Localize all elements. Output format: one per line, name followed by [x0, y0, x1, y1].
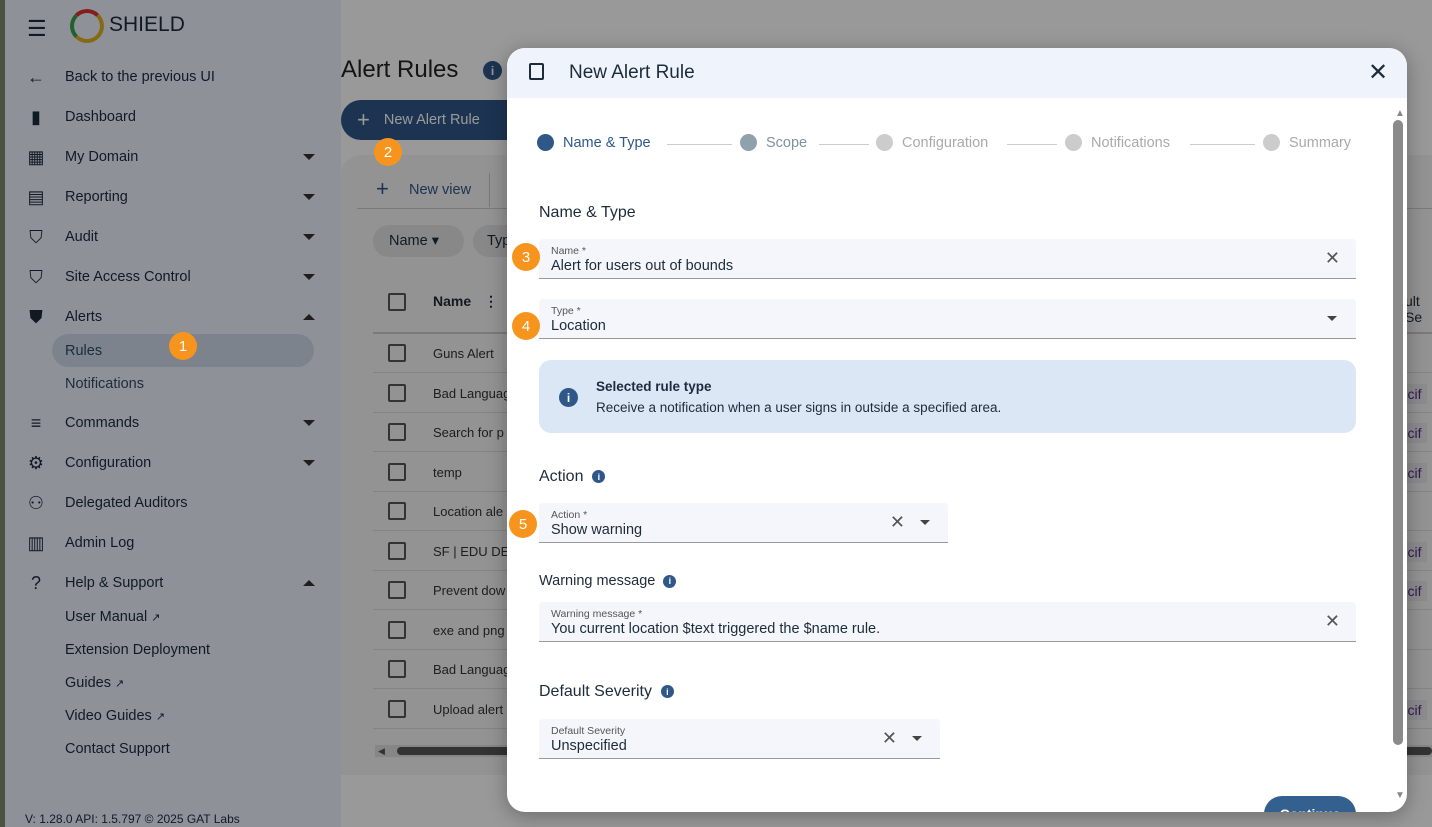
warning-heading: Warning message i: [539, 573, 677, 589]
sidebar-subitem-rules[interactable]: Rules: [65, 343, 102, 359]
step-connector: [819, 144, 869, 145]
info-icon: i: [559, 388, 578, 407]
info-icon: i: [592, 470, 606, 484]
section-heading: Name & Type: [539, 204, 636, 221]
info-icon: i: [663, 574, 677, 588]
step-notifications[interactable]: Notifications: [1065, 134, 1170, 151]
step-connector: [667, 144, 732, 145]
new-alert-rule-dialog: New Alert Rule ✕ ▲ ▼ Name & Type Scope C…: [507, 48, 1407, 812]
continue-button[interactable]: Continue: [1264, 796, 1356, 812]
name-field[interactable]: Name * Alert for users out of bounds ✕: [539, 239, 1356, 279]
clear-icon[interactable]: ✕: [1325, 611, 1340, 632]
step-badge-4: 4: [512, 312, 540, 340]
step-connector: [1007, 144, 1057, 145]
clear-icon[interactable]: ✕: [882, 728, 897, 749]
close-icon[interactable]: ✕: [1368, 58, 1388, 87]
warning-message-field[interactable]: Warning message * You current location $t…: [539, 602, 1356, 642]
action-heading: Action i: [539, 468, 606, 486]
dialog-header: New Alert Rule ✕: [507, 48, 1407, 98]
step-badge-1: 1: [169, 332, 197, 360]
info-text: Receive a notification when a user signs…: [596, 400, 1002, 415]
dialog-title: New Alert Rule: [569, 62, 695, 83]
dialog-scrollbar[interactable]: ▲ ▼: [1392, 108, 1405, 801]
step-badge-5: 5: [509, 510, 537, 538]
clear-icon[interactable]: ✕: [1325, 248, 1340, 269]
info-icon: i: [660, 685, 674, 699]
step-scope[interactable]: Scope: [740, 134, 807, 151]
action-select[interactable]: Action * Show warning ✕: [539, 503, 948, 543]
sidebar-subitem-notifications[interactable]: Notifications: [65, 376, 144, 392]
clear-icon[interactable]: ✕: [890, 512, 905, 533]
step-badge-2: 2: [374, 138, 402, 166]
document-icon: [529, 63, 544, 80]
step-summary[interactable]: Summary: [1263, 134, 1351, 151]
severity-heading: Default Severity i: [539, 683, 674, 701]
chevron-down-icon: [920, 520, 930, 525]
default-severity-select[interactable]: Default Severity Unspecified ✕: [539, 719, 940, 759]
scrollbar-thumb[interactable]: [1393, 120, 1403, 745]
rule-type-info-box: i Selected rule type Receive a notificat…: [539, 360, 1356, 433]
step-configuration[interactable]: Configuration: [876, 134, 988, 151]
info-title: Selected rule type: [596, 379, 712, 394]
chevron-down-icon: [912, 736, 922, 741]
step-name-type[interactable]: Name & Type: [537, 134, 651, 151]
step-connector: [1190, 144, 1255, 145]
scroll-up-icon[interactable]: ▲: [1395, 108, 1405, 119]
chevron-down-icon: [1327, 316, 1337, 321]
type-select[interactable]: Type * Location: [539, 299, 1356, 339]
step-badge-3: 3: [512, 243, 540, 271]
scroll-down-icon[interactable]: ▼: [1395, 790, 1405, 801]
